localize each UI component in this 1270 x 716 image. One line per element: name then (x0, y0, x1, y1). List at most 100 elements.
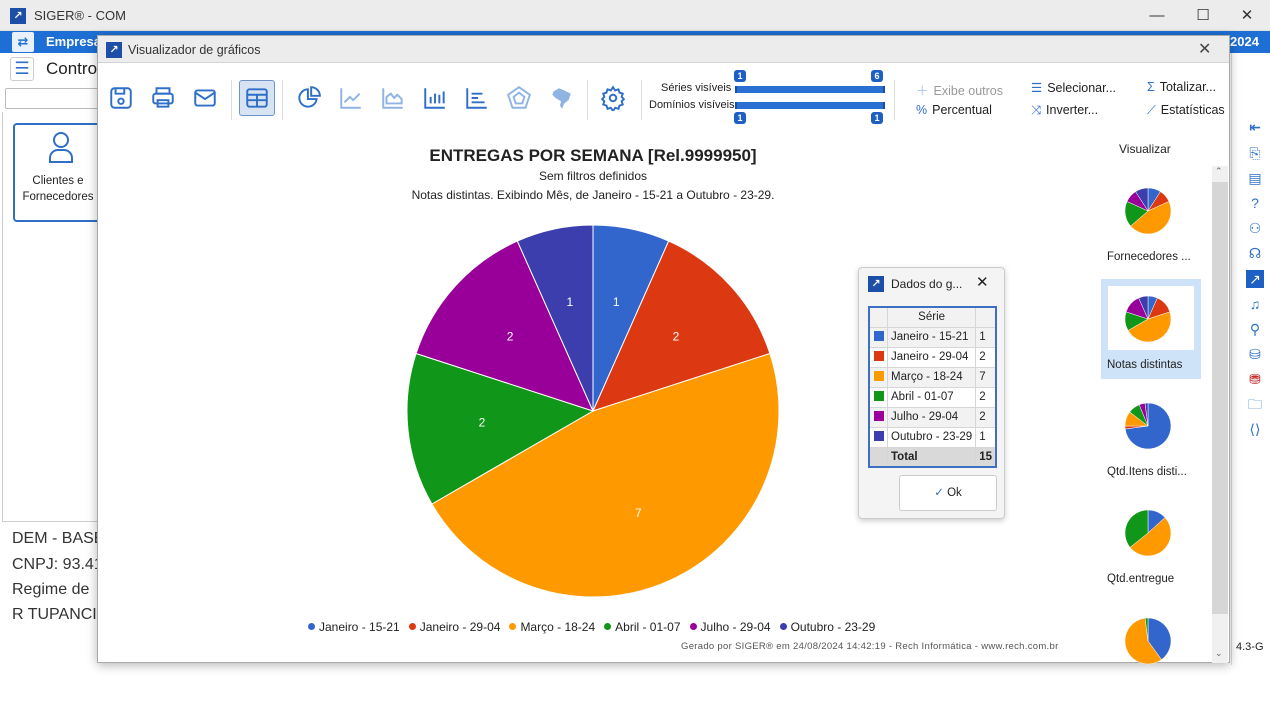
table-view-button[interactable] (239, 80, 275, 116)
scroll-icon[interactable]: ⎘ (1246, 144, 1264, 162)
chart-thumbnail[interactable]: Notas distintas (1103, 294, 1203, 394)
ok-label: Ok (947, 487, 962, 499)
slice-value-label: 1 (566, 295, 573, 309)
headset-icon[interactable]: ☊ (1246, 244, 1264, 262)
legend-item[interactable]: Julho - 29-04 (689, 620, 771, 634)
company-name: DEM - BASE (12, 530, 98, 547)
table-row[interactable]: Abril - 01-07 2 (868, 386, 997, 408)
table-row[interactable]: Janeiro - 29-04 2 (868, 346, 997, 368)
dialog-title: Visualizador de gráficos (128, 43, 261, 57)
line-chart-button[interactable] (333, 80, 369, 116)
news-icon[interactable]: ▤ (1246, 169, 1264, 187)
area-chart-icon (382, 88, 403, 109)
bell-icon[interactable]: ♫ (1246, 295, 1264, 313)
scrollbar-thumb[interactable] (1212, 182, 1228, 614)
select-button[interactable]: ☰ Selecionar... (1031, 80, 1116, 95)
coins-icon[interactable]: ⛃ (1246, 370, 1264, 388)
area-chart-button[interactable] (375, 80, 411, 116)
table-row[interactable]: Outubro - 23-29 1 (868, 426, 997, 448)
company-label: Empresa (46, 34, 101, 49)
horizontal-bar-chart-button[interactable] (459, 80, 495, 116)
close-popup-button[interactable]: ✕ (976, 273, 989, 291)
domains-max-handle[interactable]: 1 (871, 112, 883, 124)
chart-thumbnail[interactable]: Fornecedores ... (1103, 186, 1203, 286)
print-icon (152, 87, 174, 108)
user-icon[interactable]: ⚲ (1246, 320, 1264, 338)
statistics-button[interactable]: ⟋ Estatísticas (1147, 103, 1225, 118)
domains-min-handle[interactable]: 1 (734, 112, 746, 124)
series-value: 2 (975, 346, 997, 368)
thumbnail-pie (1124, 295, 1172, 343)
invert-button[interactable]: ⤨ Inverter... (1031, 103, 1098, 118)
ok-button[interactable]: ✓ Ok (899, 475, 997, 511)
close-window-button[interactable]: ✕ (1224, 0, 1270, 31)
legend-item[interactable]: Março - 18-24 (509, 620, 595, 634)
tile-clientes-fornecedores[interactable]: Clientes e Fornecedores (13, 123, 103, 222)
help-icon[interactable]: ? (1246, 194, 1264, 212)
chart-thumbnail[interactable]: Qtd.entregue (1103, 508, 1203, 608)
total-label: Total (887, 446, 977, 468)
bar-chart-button[interactable] (417, 80, 453, 116)
table-row[interactable]: Março - 18-24 7 (868, 366, 997, 388)
legend-item[interactable]: Janeiro - 29-04 (408, 620, 500, 634)
domains-range-slider[interactable] (735, 102, 885, 109)
thumbnail-label: Notas distintas (1107, 359, 1183, 371)
legend-dot (604, 623, 612, 630)
minimize-button[interactable]: — (1134, 0, 1180, 31)
visualizar-label: Visualizar (1119, 142, 1171, 156)
radar-chart-button[interactable] (501, 80, 537, 116)
scroll-up-icon[interactable]: ⌃ (1215, 166, 1223, 177)
chart-thumbnail[interactable]: Qtd.Itens disti... (1103, 401, 1203, 501)
app-logo-icon: ↗ (10, 8, 26, 24)
percentual-button[interactable]: % Percentual (916, 103, 992, 117)
color-swatch (873, 430, 884, 441)
thumbnail-pie (1124, 187, 1172, 235)
hamburger-menu-icon[interactable]: ☰ (10, 57, 34, 81)
series-name: Outubro - 23-29 (887, 426, 977, 448)
mail-icon (194, 89, 216, 107)
settings-button[interactable] (595, 80, 631, 116)
save-button[interactable] (103, 80, 139, 116)
series-range-slider[interactable] (735, 86, 885, 93)
tile-label: Fornecedores (22, 191, 94, 203)
legend-item[interactable]: Abril - 01-07 (604, 620, 681, 634)
code-file-icon[interactable]: ⟨⟩ (1246, 420, 1264, 438)
maximize-button[interactable]: ☐ (1180, 0, 1226, 31)
series-max-handle[interactable]: 6 (871, 70, 883, 82)
total-row: Total 15 (868, 446, 997, 468)
thumbnail-pie (1124, 509, 1172, 557)
legend-item[interactable]: Janeiro - 15-21 (308, 620, 400, 634)
user-check-icon[interactable]: ⚇ (1246, 219, 1264, 237)
series-value: 1 (975, 426, 997, 448)
collapse-sidebar-icon[interactable]: ⇤ (1246, 118, 1264, 136)
series-visible-label: Séries visíveis (661, 82, 732, 94)
thumbnail-label: Qtd.entregue (1107, 573, 1175, 585)
show-others-button[interactable]: ＋ Exibe outros (916, 80, 1003, 99)
print-button[interactable] (145, 80, 181, 116)
search-input[interactable] (5, 88, 100, 109)
brazil-map-icon (552, 88, 571, 109)
close-dialog-button[interactable]: ✕ (1198, 39, 1211, 59)
thumbnail-label: Fornecedores ... (1107, 251, 1191, 263)
thumbnail-scrollbar[interactable]: ⌃ ⌄ (1212, 166, 1228, 663)
folder-icon[interactable]: 🗀 (1246, 395, 1264, 413)
database-icon[interactable]: ⛁ (1246, 345, 1264, 363)
email-button[interactable] (187, 80, 223, 116)
table-row[interactable]: Janeiro - 15-21 1 (868, 326, 997, 348)
chart-thumbnail[interactable] (1103, 616, 1203, 716)
scroll-down-icon[interactable]: ⌄ (1215, 648, 1223, 659)
pie-chart: 127221 (406, 224, 780, 598)
check-icon: ✓ (934, 487, 944, 499)
chart-title: ENTREGAS POR SEMANA [Rel.9999950] (429, 146, 757, 165)
menu-bar: ☰ Controle (0, 53, 110, 85)
totalize-button[interactable]: Σ Totalizar... (1147, 80, 1216, 94)
map-chart-button[interactable] (543, 80, 579, 116)
charts-app-icon[interactable]: ↗ (1246, 270, 1264, 288)
thumbnail-pie (1124, 402, 1172, 450)
series-min-handle[interactable]: 1 (734, 70, 746, 82)
pie-chart-button[interactable] (291, 80, 327, 116)
switch-company-icon[interactable]: ⇄ (12, 32, 34, 52)
legend-item[interactable]: Outubro - 23-29 (779, 620, 875, 634)
toolbar-divider (894, 80, 895, 120)
table-row[interactable]: Julho - 29-04 2 (868, 406, 997, 428)
